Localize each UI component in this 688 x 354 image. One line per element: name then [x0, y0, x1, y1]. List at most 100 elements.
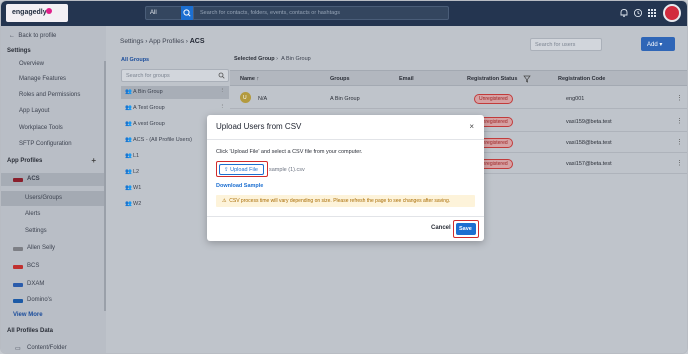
user-avatar[interactable]	[663, 4, 681, 22]
search-icon	[183, 9, 191, 17]
table-row[interactable]: U N/A A Bin Group Unregistered eng001 ⋮	[230, 88, 687, 109]
sidebar-item-workplace-tools[interactable]: Workplace Tools	[1, 122, 106, 135]
upload-file-button[interactable]: ⇪ Upload File	[219, 163, 264, 175]
column-header-groups[interactable]: Groups	[330, 76, 350, 82]
users-search-input[interactable]: Search for users	[530, 38, 602, 51]
profile-bcs[interactable]: BCS	[1, 260, 106, 273]
dialog-title: Upload Users from CSV	[216, 122, 302, 131]
selected-group-value: A Bin Group	[281, 56, 311, 62]
all-groups-title: All Groups	[121, 57, 150, 63]
more-options-icon[interactable]: ⋮	[676, 117, 683, 125]
profile-dominos-label: Domino's	[27, 297, 52, 303]
row-name: N/A	[258, 96, 268, 102]
group-name: A Test Group	[133, 105, 165, 111]
group-name: ACS - (All Profile Users)	[133, 137, 192, 143]
more-options-icon[interactable]: ⋮	[676, 138, 683, 146]
group-name: L2	[133, 169, 140, 175]
back-to-profile-link[interactable]: ← Back to profile	[1, 30, 106, 43]
apps-grid-icon[interactable]	[647, 8, 657, 18]
profile-dxam-label: DXAM	[27, 281, 45, 287]
sidebar-item-content-folder[interactable]: ▭ Content/Folder	[1, 342, 106, 353]
sidebar-item-alerts[interactable]: Alerts	[1, 208, 106, 221]
more-options-icon[interactable]: ⋮	[676, 94, 683, 102]
groups-search-placeholder: Search for groups	[126, 73, 170, 79]
profile-allen-selly[interactable]: Allen Selly	[1, 242, 106, 255]
download-sample-link[interactable]: Download Sample	[216, 183, 263, 189]
row-code: eng001	[566, 96, 585, 102]
global-search-input[interactable]: Search for contacts, folders, events, co…	[193, 6, 449, 20]
profile-dxam[interactable]: DXAM	[1, 278, 106, 291]
upload-csv-dialog: Upload Users from CSV × Click 'Upload Fi…	[207, 115, 484, 241]
groups-search-input[interactable]: Search for groups	[121, 69, 229, 82]
sidebar-item-manage-features[interactable]: Manage Features	[1, 73, 106, 86]
view-more-link[interactable]: View More	[1, 309, 106, 322]
breadcrumb-path: Settings › App Profiles ›	[120, 38, 190, 45]
search-button[interactable]	[181, 6, 193, 20]
app-profiles-label: App Profiles	[7, 158, 43, 164]
clock-icon[interactable]	[633, 8, 643, 18]
close-icon[interactable]: ×	[469, 122, 474, 131]
status-badge: Unregistered	[474, 94, 513, 104]
dialog-instruction: Click 'Upload File' and select a CSV fil…	[216, 149, 363, 155]
sidebar-item-users-groups[interactable]: Users/Groups	[1, 191, 106, 206]
filter-icon[interactable]	[523, 75, 531, 83]
users-group-icon: 👥	[125, 89, 132, 95]
more-options-icon[interactable]: ⋮	[220, 88, 226, 94]
dialog-divider	[207, 139, 484, 140]
global-search-placeholder: Search for contacts, folders, events, co…	[200, 10, 341, 16]
sidebar-item-roles[interactable]: Roles and Permissions	[1, 89, 106, 102]
sidebar-item-acs-settings[interactable]: Settings	[1, 225, 106, 238]
warning-text: CSV process time will vary depending on …	[229, 198, 451, 204]
column-header-name[interactable]: Name ↑	[240, 76, 259, 82]
upload-file-label: Upload File	[230, 166, 258, 173]
row-code: vasi157@beta.test	[566, 161, 612, 167]
sidebar-item-sftp[interactable]: SFTP Configuration	[1, 138, 106, 151]
column-header-email[interactable]: Email	[399, 76, 414, 82]
column-header-registration-status[interactable]: Registration Status	[467, 76, 517, 82]
app-window: engagedly All ▼ Search for contacts, fol…	[0, 0, 688, 354]
company-logo[interactable]: engagedly	[6, 4, 68, 22]
cancel-button[interactable]: Cancel	[431, 225, 451, 231]
column-header-registration-code[interactable]: Registration Code	[558, 76, 605, 82]
users-group-icon: 👥	[125, 169, 132, 175]
row-code: vasi159@beta.test	[566, 119, 612, 125]
users-search-placeholder: Search for users	[535, 42, 576, 48]
settings-header: Settings	[7, 48, 31, 54]
users-group-icon: 👥	[125, 201, 132, 207]
all-profiles-data-header: All Profiles Data	[7, 328, 54, 334]
users-group-icon: 👥	[125, 105, 132, 111]
sidebar-item-app-layout[interactable]: App Layout	[1, 105, 106, 118]
add-profile-icon[interactable]: +	[91, 156, 96, 165]
group-name: A vest Group	[133, 121, 165, 127]
allen-selly-logo-icon	[13, 247, 23, 251]
group-item[interactable]: 👥A Bin Group ⋮	[121, 86, 229, 99]
more-options-icon[interactable]: ⋮	[676, 159, 683, 167]
users-group-icon: 👥	[125, 121, 132, 127]
bell-icon[interactable]	[619, 8, 629, 18]
breadcrumb: Settings › App Profiles › ACS	[120, 38, 205, 45]
users-group-icon: 👥	[125, 185, 132, 191]
top-bar: engagedly All ▼ Search for contacts, fol…	[1, 1, 687, 26]
selected-file-name: sample (1).csv	[269, 167, 305, 173]
search-icon	[218, 72, 225, 79]
profile-dominos[interactable]: Domino's	[1, 294, 106, 307]
profile-acs[interactable]: ACS	[1, 173, 106, 186]
warning-banner: ⚠ CSV process time will vary depending o…	[216, 195, 475, 207]
dxam-logo-icon	[13, 283, 23, 287]
save-button[interactable]: Save	[456, 223, 476, 235]
selected-group-label: Selected Group	[234, 56, 275, 62]
group-item[interactable]: 👥A Test Group ⋮	[121, 102, 229, 115]
selected-group: Selected Group › A Bin Group	[234, 56, 311, 62]
profile-acs-label: ACS	[27, 176, 40, 182]
sidebar-item-overview[interactable]: Overview	[1, 58, 106, 71]
folder-icon: ▭	[15, 346, 21, 352]
row-group: A Bin Group	[330, 96, 360, 102]
add-button[interactable]: Add ▾	[641, 37, 675, 51]
users-group-icon: 👥	[125, 153, 132, 159]
users-table-header: Name ↑ Groups Email Registration Status …	[230, 70, 687, 86]
app-profiles-header: App Profiles +	[1, 155, 106, 168]
arrow-left-icon: ←	[9, 33, 19, 39]
group-name: A Bin Group	[133, 89, 163, 95]
more-options-icon[interactable]: ⋮	[220, 104, 226, 110]
row-avatar: U	[240, 92, 251, 103]
